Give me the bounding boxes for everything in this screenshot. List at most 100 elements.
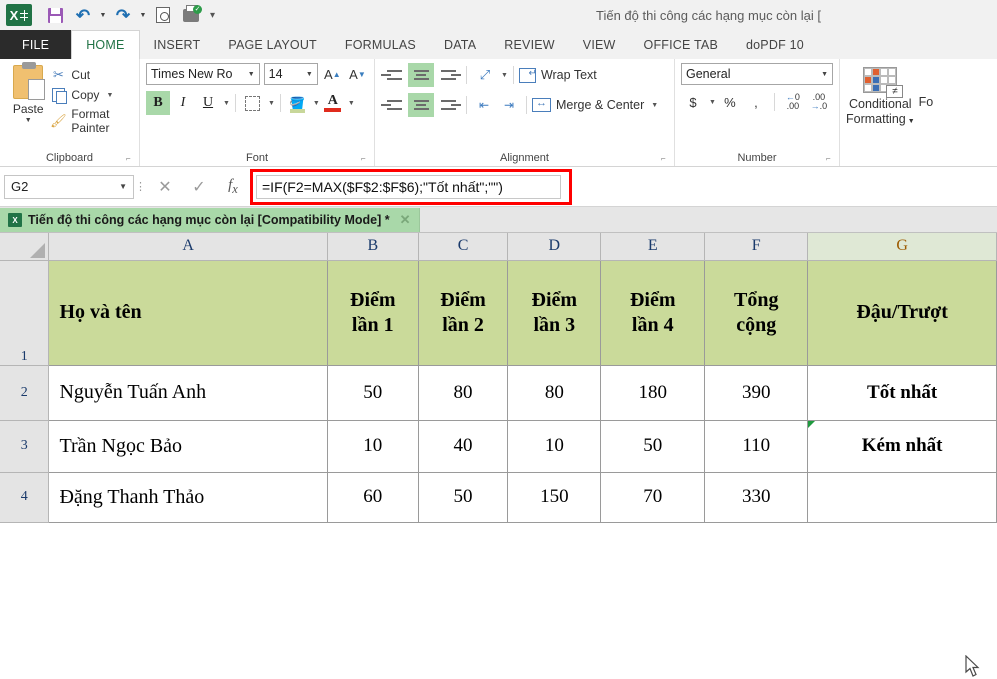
cell-g2[interactable]: Tốt nhất [807, 365, 997, 421]
undo-button[interactable]: ↶ [70, 3, 96, 27]
cell-a1[interactable]: Họ và tên [48, 260, 328, 366]
font-dialog-launcher-icon[interactable]: ⌐ [361, 154, 370, 163]
comma-format-button[interactable]: , [744, 91, 768, 113]
cell-b3[interactable]: 10 [327, 420, 419, 473]
row-header-2[interactable]: 2 [0, 365, 50, 421]
cell-b1[interactable]: Điểm lần 1 [327, 260, 419, 366]
increase-font-size-button[interactable]: A ▲ [322, 63, 343, 85]
cell-f3[interactable]: 110 [704, 420, 809, 473]
tab-file[interactable]: FILE [0, 30, 72, 59]
chevron-down-icon[interactable]: ▼ [25, 117, 32, 124]
decrease-indent-button[interactable]: ⇤ [472, 93, 496, 117]
accounting-format-button[interactable]: $ [681, 91, 705, 113]
column-header-a[interactable]: A [48, 233, 328, 261]
underline-dropdown-icon[interactable]: ▼ [223, 100, 230, 107]
cell-b4[interactable]: 60 [327, 472, 419, 523]
borders-dropdown-icon[interactable]: ▼ [268, 100, 275, 107]
column-header-g[interactable]: G [807, 233, 997, 261]
document-tab[interactable]: X Tiến độ thi công các hạng mục còn lại … [0, 208, 420, 232]
bold-button[interactable]: B [146, 91, 170, 115]
chevron-down-icon[interactable]: ▼ [821, 71, 828, 78]
font-name-combo[interactable]: Times New Ro ▼ [146, 63, 260, 85]
chevron-down-icon[interactable]: ▼ [119, 182, 127, 191]
print-preview-button[interactable] [150, 3, 176, 27]
cut-button[interactable]: ✂ Cut [50, 67, 133, 83]
column-header-c[interactable]: C [418, 233, 509, 261]
merge-center-button[interactable]: Merge & Center ▼ [532, 97, 658, 112]
cancel-formula-button[interactable]: ✕ [148, 174, 182, 200]
cell-a2[interactable]: Nguyễn Tuấn Anh [48, 365, 328, 421]
save-button[interactable] [42, 3, 68, 27]
customize-qat-icon[interactable]: ▾ [210, 10, 215, 21]
accounting-dropdown-icon[interactable]: ▼ [709, 99, 716, 106]
cell-g4[interactable] [807, 472, 997, 523]
tab-review[interactable]: REVIEW [490, 30, 569, 59]
align-right-button[interactable] [435, 93, 461, 117]
cell-f2[interactable]: 390 [704, 365, 809, 421]
chevron-down-icon[interactable]: ▼ [306, 71, 313, 78]
column-header-e[interactable]: E [600, 233, 706, 261]
cell-e4[interactable]: 70 [600, 472, 706, 523]
close-icon[interactable]: ✕ [400, 212, 411, 228]
conditional-formatting-button[interactable]: ≠ Conditional Formatting ▼ [846, 63, 915, 129]
font-color-dropdown-icon[interactable]: ▼ [348, 100, 355, 107]
chevron-down-icon[interactable]: ▼ [248, 71, 255, 78]
tab-insert[interactable]: INSERT [140, 30, 215, 59]
column-header-b[interactable]: B [327, 233, 419, 261]
cell-d4[interactable]: 150 [507, 472, 602, 523]
tab-office-tab[interactable]: OFFICE TAB [630, 30, 732, 59]
decrease-decimal-button[interactable]: .00 →.0 [807, 91, 831, 113]
row-header-1[interactable]: 1 [0, 260, 50, 366]
chevron-down-icon[interactable]: ▼ [106, 92, 113, 99]
column-header-d[interactable]: D [507, 233, 602, 261]
font-size-combo[interactable]: 14 ▼ [263, 63, 318, 85]
fill-color-dropdown-icon[interactable]: ▼ [313, 100, 320, 107]
cell-c2[interactable]: 80 [418, 365, 509, 421]
row-header-4[interactable]: 4 [0, 472, 50, 523]
format-painter-button[interactable]: 🖌 Format Painter [50, 107, 133, 135]
redo-button[interactable]: ↷ [110, 3, 136, 27]
formula-input[interactable]: =IF(F2=MAX($F$2:$F$6);"Tốt nhất";"") [256, 174, 561, 199]
merge-dropdown-icon[interactable]: ▼ [651, 102, 658, 109]
row-header-3[interactable]: 3 [0, 420, 50, 473]
tab-view[interactable]: VIEW [569, 30, 630, 59]
increase-indent-button[interactable]: ⇥ [497, 93, 521, 117]
cell-f4[interactable]: 330 [704, 472, 809, 523]
format-as-table-button-truncated[interactable]: Fo [919, 63, 934, 129]
cell-d3[interactable]: 10 [507, 420, 602, 473]
cell-c4[interactable]: 50 [418, 472, 509, 523]
cell-g1[interactable]: Đậu/Trượt [807, 260, 997, 366]
underline-button[interactable]: U [196, 91, 220, 115]
paste-button[interactable]: Paste ▼ [6, 62, 50, 135]
increase-decimal-button[interactable]: ←0.00 [781, 91, 805, 113]
cell-a3[interactable]: Trần Ngọc Bảo [48, 420, 328, 473]
quick-print-button[interactable]: ✓ [178, 3, 204, 27]
name-box[interactable]: G2 ▼ [4, 174, 134, 199]
clipboard-dialog-launcher-icon[interactable]: ⌐ [126, 154, 135, 163]
borders-button[interactable] [241, 91, 265, 115]
number-format-combo[interactable]: General ▼ [681, 63, 833, 85]
undo-dropdown-icon[interactable]: ▼ [98, 3, 108, 27]
tab-page-layout[interactable]: PAGE LAYOUT [214, 30, 331, 59]
cell-g3[interactable]: Kém nhất [807, 420, 997, 473]
cell-e1[interactable]: Điểm lần 4 [600, 260, 706, 366]
italic-button[interactable]: I [171, 91, 195, 115]
alignment-dialog-launcher-icon[interactable]: ⌐ [661, 154, 670, 163]
number-dialog-launcher-icon[interactable]: ⌐ [826, 154, 835, 163]
wrap-text-button[interactable]: Wrap Text [518, 67, 597, 83]
enter-formula-button[interactable]: ✓ [182, 174, 216, 200]
orientation-button[interactable]: ⤢ [472, 63, 498, 87]
align-top-button[interactable] [381, 63, 407, 87]
cell-c3[interactable]: 40 [418, 420, 509, 473]
select-all-button[interactable] [0, 233, 50, 261]
font-color-button[interactable]: A [321, 91, 345, 115]
cell-a4[interactable]: Đặng Thanh Thảo [48, 472, 328, 523]
cell-b2[interactable]: 50 [327, 365, 419, 421]
orientation-dropdown-icon[interactable]: ▼ [501, 72, 508, 79]
align-bottom-button[interactable] [435, 63, 461, 87]
column-header-f[interactable]: F [704, 233, 809, 261]
redo-dropdown-icon[interactable]: ▼ [138, 3, 148, 27]
align-left-button[interactable] [381, 93, 407, 117]
align-middle-button[interactable] [408, 63, 434, 87]
cell-d2[interactable]: 80 [507, 365, 602, 421]
